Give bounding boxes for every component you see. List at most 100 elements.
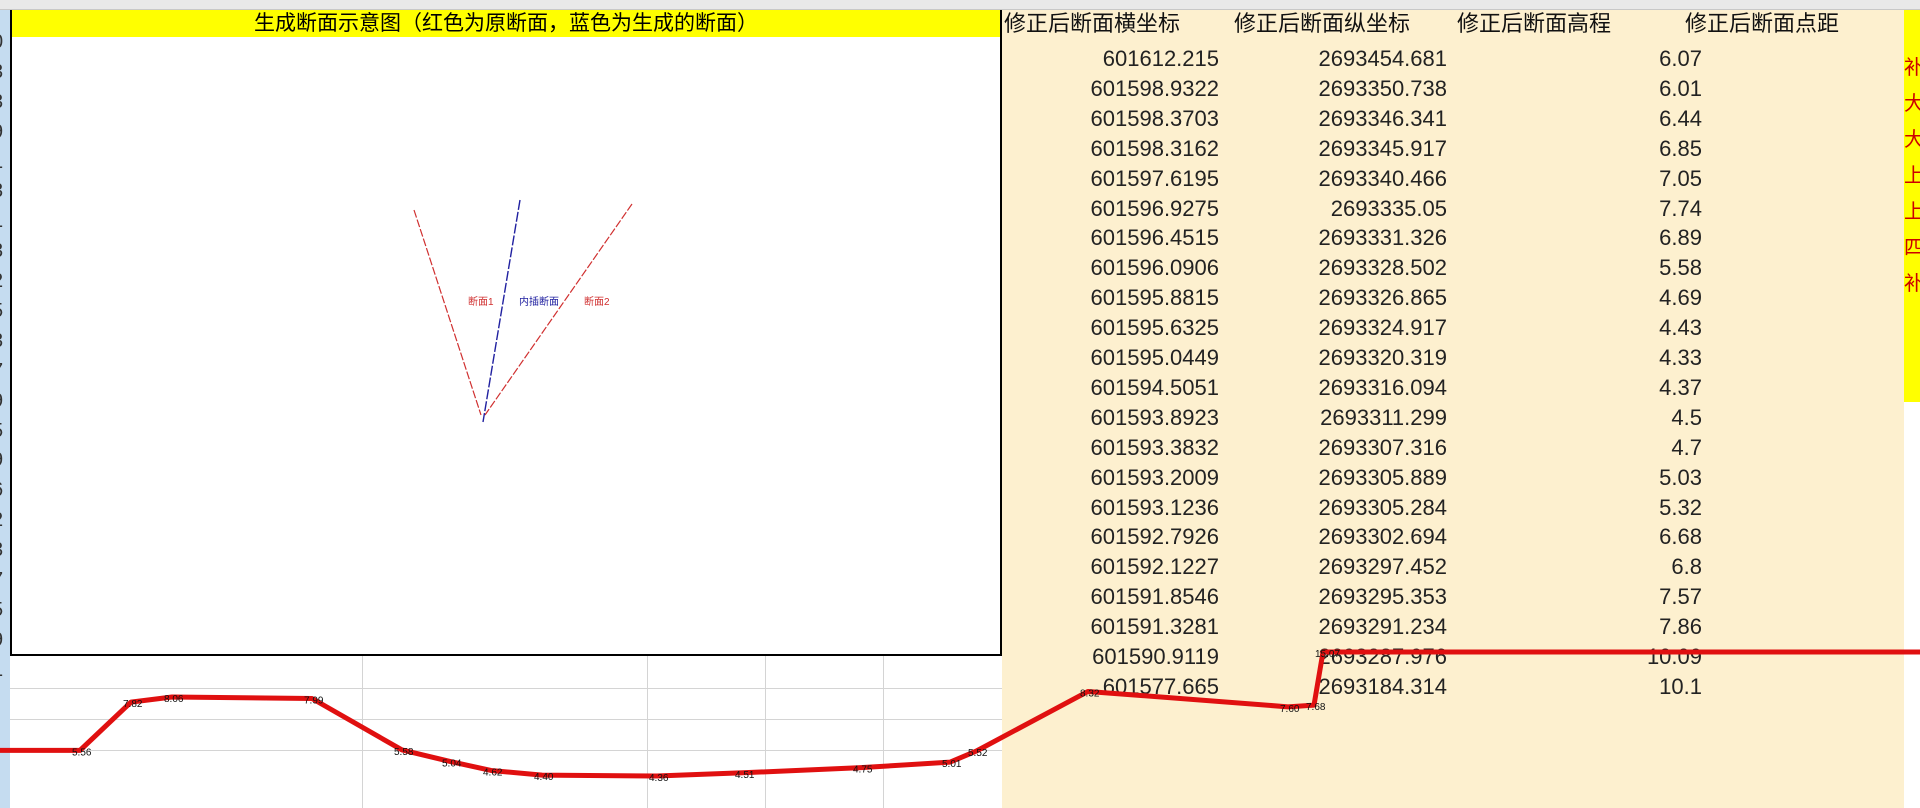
row-number[interactable]: 1 bbox=[0, 207, 10, 237]
row-number[interactable]: 9 bbox=[0, 446, 10, 476]
row-number[interactable]: 9 bbox=[0, 387, 10, 417]
table-cell[interactable]: 6.01 bbox=[1502, 74, 1702, 104]
table-cell[interactable]: 2693305.889 bbox=[1252, 463, 1447, 493]
table-cell[interactable]: 6.68 bbox=[1502, 522, 1702, 552]
table-cell[interactable]: 601595.0449 bbox=[1002, 343, 1219, 373]
table-cell[interactable]: 2693454.681 bbox=[1252, 44, 1447, 74]
row-number[interactable]: 2 bbox=[0, 506, 10, 536]
table-cell[interactable]: 601596.9275 bbox=[1002, 194, 1219, 224]
table-cell[interactable]: 2693295.353 bbox=[1252, 582, 1447, 612]
row-number[interactable]: 9 bbox=[0, 626, 10, 656]
table-cell[interactable]: 4.37 bbox=[1502, 373, 1702, 403]
row-number[interactable]: 1 bbox=[0, 656, 10, 686]
table-cell[interactable]: 0 bbox=[1752, 44, 1920, 74]
row-number[interactable]: 1 bbox=[0, 148, 10, 178]
table-cell[interactable]: 2693324.917 bbox=[1252, 313, 1447, 343]
table-cell[interactable]: 2693335.05 bbox=[1252, 194, 1447, 224]
table-cell[interactable]: 6.07 bbox=[1502, 44, 1702, 74]
table-cell[interactable]: 2693346.341 bbox=[1252, 104, 1447, 134]
table-cell[interactable]: 2693350.738 bbox=[1252, 74, 1447, 104]
table-cell[interactable]: 601592.7926 bbox=[1002, 522, 1219, 552]
table-cell[interactable]: 153.22 bbox=[1752, 522, 1920, 552]
table-cell[interactable]: 601592.1227 bbox=[1002, 552, 1219, 582]
row-number[interactable]: 3 bbox=[0, 327, 10, 357]
table-cell[interactable]: 601596.0906 bbox=[1002, 253, 1219, 283]
table-cell[interactable]: 5.32 bbox=[1502, 493, 1702, 523]
table-cell[interactable]: 5.03 bbox=[1502, 463, 1702, 493]
row-number[interactable]: 7 bbox=[0, 566, 10, 596]
table-cell[interactable]: 2693291.234 bbox=[1252, 612, 1447, 642]
row-number[interactable]: 3 bbox=[0, 88, 10, 118]
table-cell[interactable]: 601594.5051 bbox=[1002, 373, 1219, 403]
table-cell[interactable]: 164.78 bbox=[1752, 612, 1920, 642]
table-cell[interactable]: 150 bbox=[1752, 463, 1920, 493]
table-cell[interactable]: 144.55 bbox=[1752, 403, 1920, 433]
table-cell[interactable]: 148.56 bbox=[1752, 433, 1920, 463]
table-cell[interactable]: 601590.9119 bbox=[1002, 642, 1219, 672]
table-cell[interactable]: 124.36 bbox=[1752, 223, 1920, 253]
table-cell[interactable]: 601591.8546 bbox=[1002, 582, 1219, 612]
table-cell[interactable]: 601612.215 bbox=[1002, 44, 1219, 74]
table-cell[interactable]: 160.62 bbox=[1752, 582, 1920, 612]
table-cell[interactable]: 601598.3162 bbox=[1002, 134, 1219, 164]
table-cell[interactable]: 130.82 bbox=[1752, 313, 1920, 343]
table-cell[interactable]: 2693328.502 bbox=[1252, 253, 1447, 283]
table-cell[interactable]: 128.86 bbox=[1752, 283, 1920, 313]
table-cell[interactable]: 2693320.319 bbox=[1252, 343, 1447, 373]
row-number[interactable]: 3 bbox=[0, 58, 10, 88]
table-cell[interactable]: 150.61 bbox=[1752, 493, 1920, 523]
row-number[interactable]: 9 bbox=[0, 118, 10, 148]
table-cell[interactable]: 7.57 bbox=[1502, 582, 1702, 612]
table-cell[interactable]: 6.44 bbox=[1502, 104, 1702, 134]
table-cell[interactable]: 7.86 bbox=[1502, 612, 1702, 642]
header-y[interactable]: 修正后断面纵坐标 bbox=[1234, 10, 1410, 38]
row-number[interactable]: 5 bbox=[0, 596, 10, 626]
table-cell[interactable]: 2693326.865 bbox=[1252, 283, 1447, 313]
table-cell[interactable]: 10.09 bbox=[1502, 642, 1702, 672]
table-cell[interactable]: 168.06 bbox=[1752, 642, 1920, 672]
header-x[interactable]: 修正后断面横坐标 bbox=[1004, 10, 1180, 38]
table-cell[interactable]: 115.14 bbox=[1752, 164, 1920, 194]
table-cell[interactable]: 6.89 bbox=[1502, 223, 1702, 253]
table-cell[interactable]: 601593.8923 bbox=[1002, 403, 1219, 433]
table-cell[interactable]: 601595.6325 bbox=[1002, 313, 1219, 343]
table-cell[interactable]: 2693316.094 bbox=[1252, 373, 1447, 403]
table-cell[interactable]: 601593.1236 bbox=[1002, 493, 1219, 523]
table-cell[interactable]: 127.21 bbox=[1752, 253, 1920, 283]
table-cell[interactable]: 2693297.452 bbox=[1252, 552, 1447, 582]
table-cell[interactable]: 4.43 bbox=[1502, 313, 1702, 343]
table-cell[interactable]: 601591.3281 bbox=[1002, 612, 1219, 642]
table-cell[interactable]: 6.85 bbox=[1502, 134, 1702, 164]
table-cell[interactable]: 7.05 bbox=[1502, 164, 1702, 194]
row-number[interactable]: 5 bbox=[0, 297, 10, 327]
row-number[interactable]: 3 bbox=[0, 237, 10, 267]
row-number[interactable]: 3 bbox=[0, 177, 10, 207]
table-cell[interactable]: 139.71 bbox=[1752, 373, 1920, 403]
table-cell[interactable]: 5.58 bbox=[1502, 253, 1702, 283]
table-cell[interactable]: 104.79 bbox=[1752, 74, 1920, 104]
table-cell[interactable]: 7.74 bbox=[1502, 194, 1702, 224]
table-cell[interactable]: 4.33 bbox=[1502, 343, 1702, 373]
row-number[interactable]: 6 bbox=[0, 476, 10, 506]
row-header-strip[interactable]: 0339131325379596237591 bbox=[0, 10, 10, 808]
table-cell[interactable]: 601596.4515 bbox=[1002, 223, 1219, 253]
table-cell[interactable]: 601593.2009 bbox=[1002, 463, 1219, 493]
table-cell[interactable]: 158.51 bbox=[1752, 552, 1920, 582]
table-cell[interactable]: 2693345.917 bbox=[1252, 134, 1447, 164]
table-cell[interactable]: 135.46 bbox=[1752, 343, 1920, 373]
row-number[interactable]: 3 bbox=[0, 536, 10, 566]
table-cell[interactable]: 601577.665 bbox=[1002, 672, 1219, 702]
row-number[interactable]: 7 bbox=[0, 357, 10, 387]
table-cell[interactable]: 6.8 bbox=[1502, 552, 1702, 582]
header-distance[interactable]: 修正后断面点距 bbox=[1685, 10, 1839, 38]
table-cell[interactable]: 109.22 bbox=[1752, 104, 1920, 134]
table-cell[interactable]: 10.1 bbox=[1502, 672, 1702, 702]
table-cell[interactable]: 2693184.314 bbox=[1252, 672, 1447, 702]
table-cell[interactable]: 4.5 bbox=[1502, 403, 1702, 433]
row-number[interactable]: 2 bbox=[0, 267, 10, 297]
table-cell[interactable]: 4.7 bbox=[1502, 433, 1702, 463]
table-cell[interactable]: 109.65 bbox=[1752, 134, 1920, 164]
table-cell[interactable]: 272.57 bbox=[1752, 672, 1920, 702]
header-elevation[interactable]: 修正后断面高程 bbox=[1457, 10, 1611, 38]
table-cell[interactable]: 2693340.466 bbox=[1252, 164, 1447, 194]
